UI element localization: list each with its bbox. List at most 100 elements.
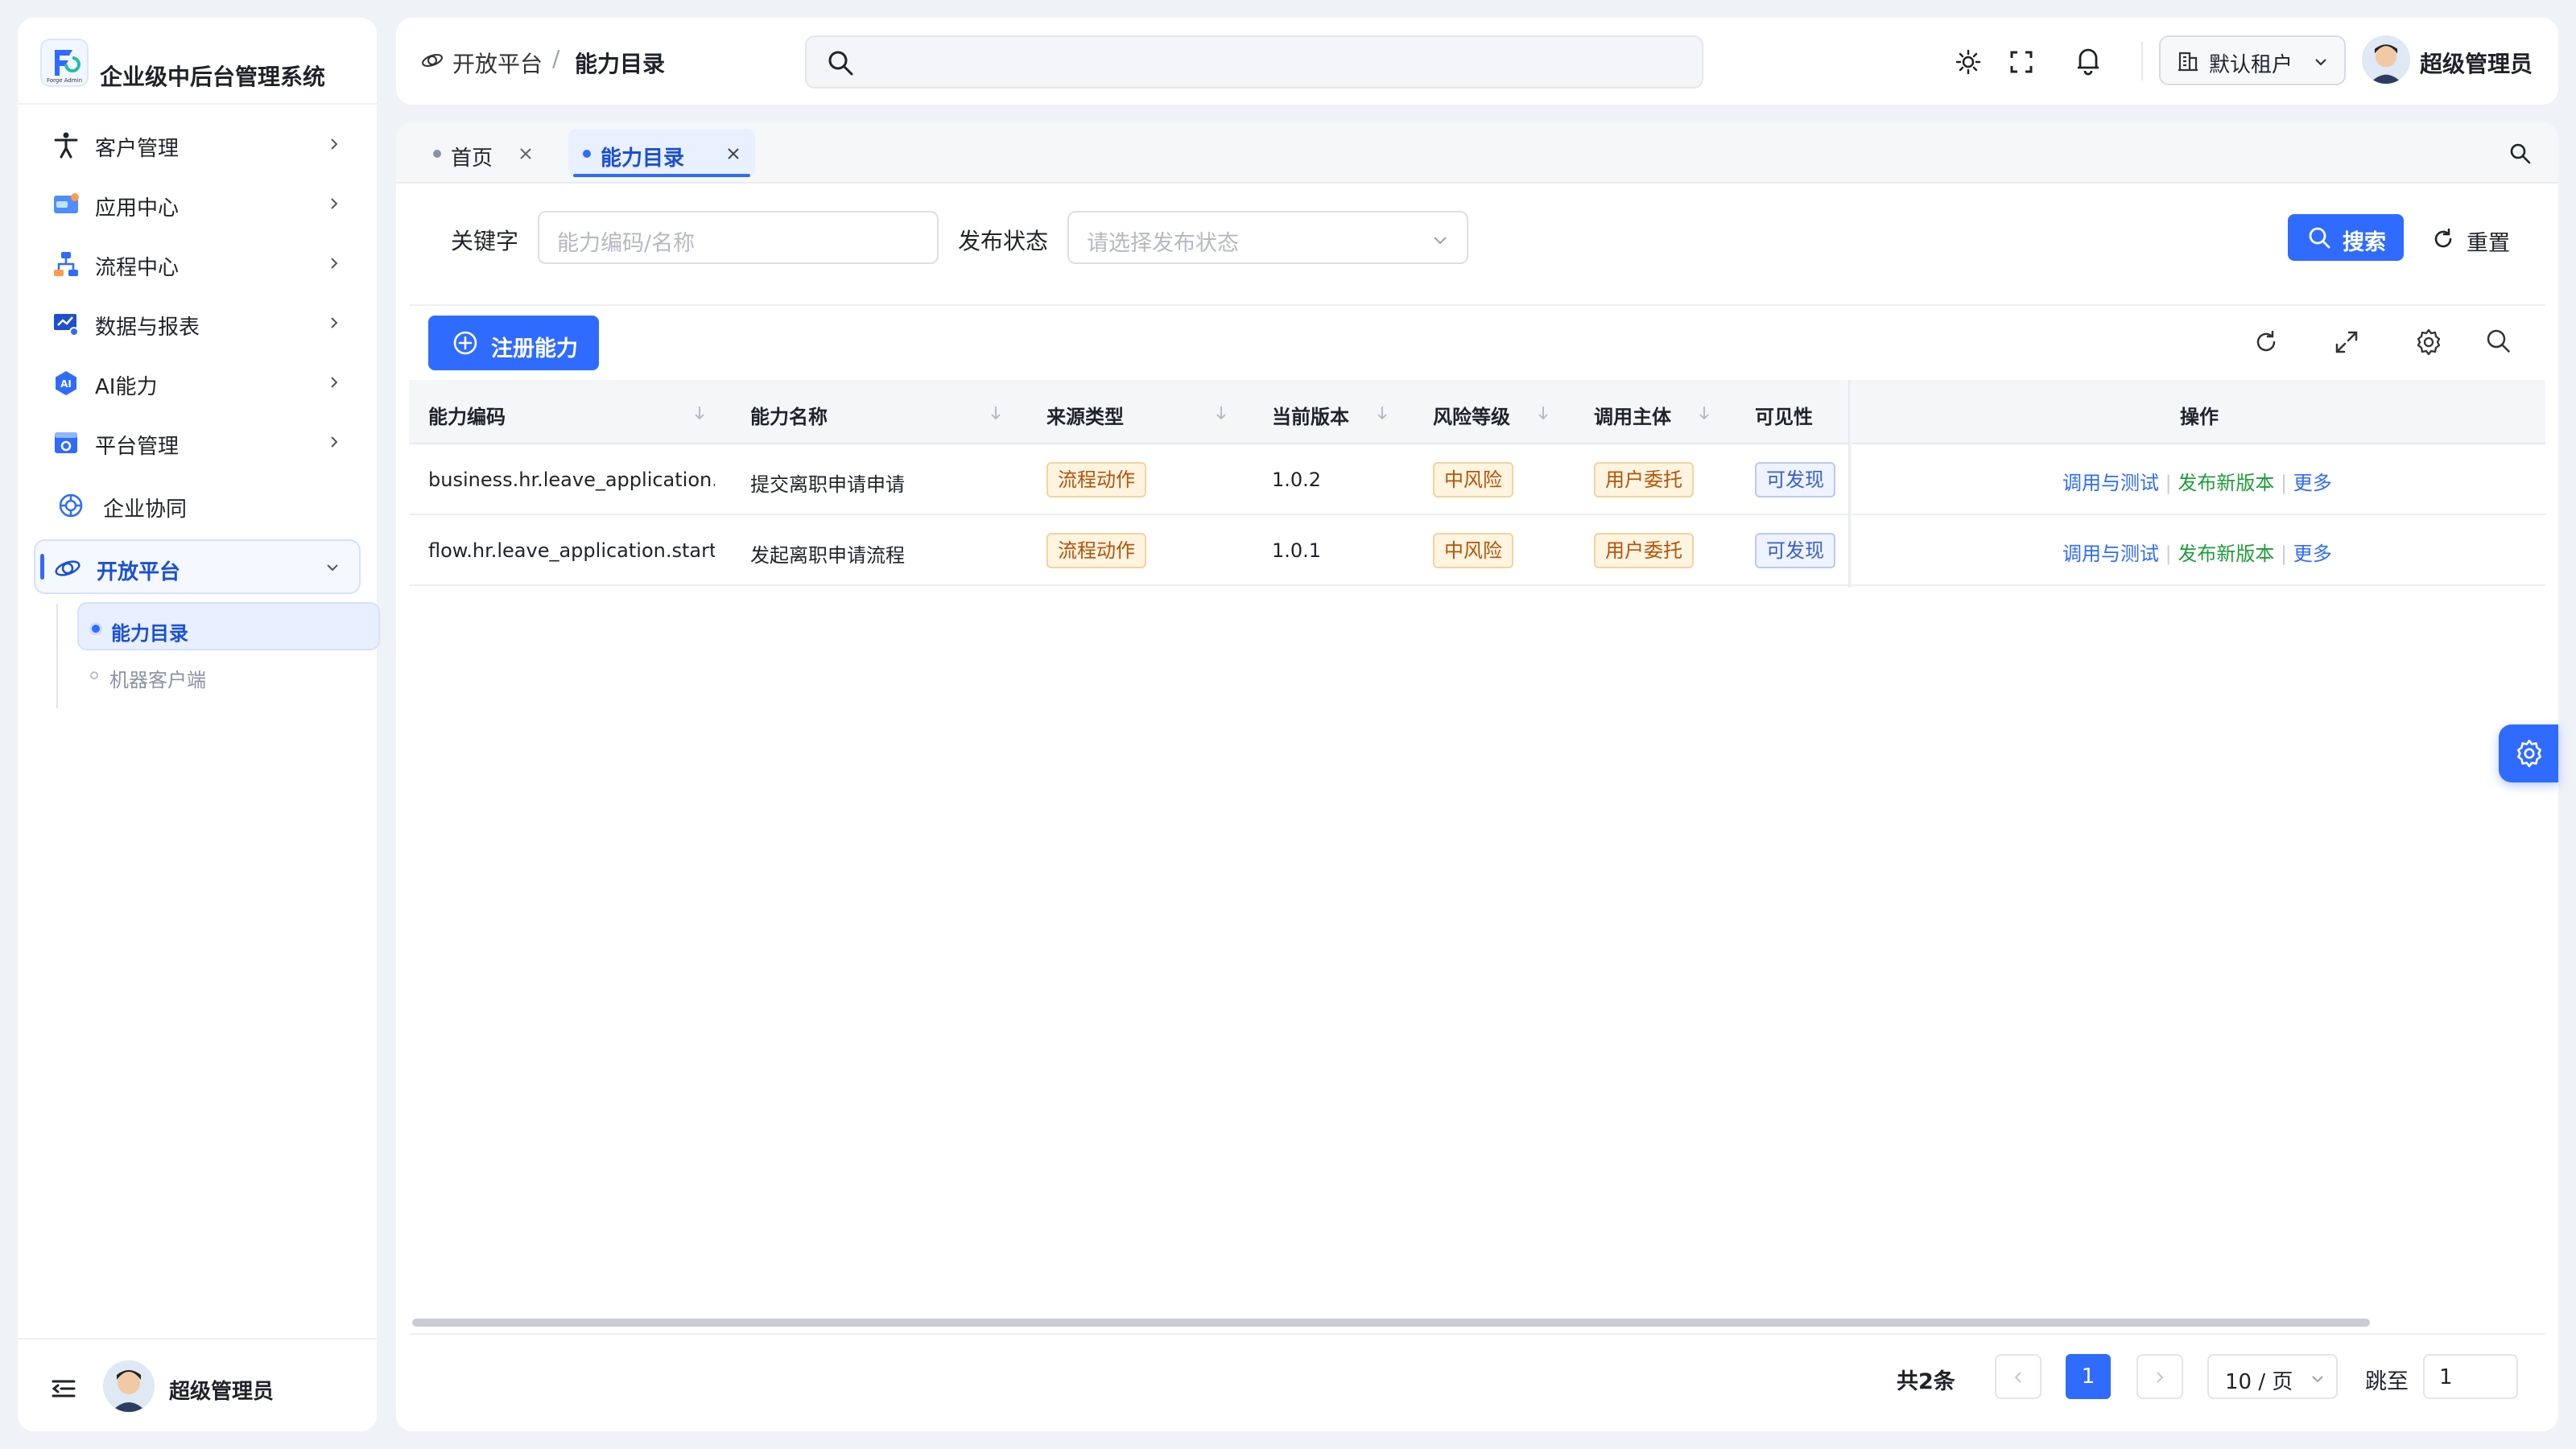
sidebar-item-data-report[interactable]: 数据与报表 <box>34 298 361 349</box>
prev-page-button[interactable] <box>1995 1354 2041 1399</box>
sidebar-item-app-center[interactable]: 应用中心 <box>34 179 361 230</box>
chevron-right-icon <box>331 317 338 328</box>
sidebar-user-name: 超级管理员 <box>169 1380 275 1404</box>
column-header-version[interactable]: 当前版本 <box>1272 401 1349 429</box>
avatar[interactable] <box>103 1360 155 1412</box>
plus-circle-icon <box>453 331 477 355</box>
keyword-input[interactable]: 能力编码/名称 <box>538 211 939 264</box>
fullscreen-icon[interactable] <box>2008 48 2035 76</box>
sort-arrow-icon[interactable] <box>990 404 1001 422</box>
cell-version: 1.0.2 <box>1272 469 1322 491</box>
publish-link[interactable]: 发布新版本 <box>2178 472 2274 494</box>
sort-arrow-icon[interactable] <box>1216 404 1227 422</box>
chevron-right-icon <box>331 198 338 209</box>
global-search-input[interactable] <box>805 35 1703 89</box>
tab-dot <box>583 150 591 158</box>
floating-settings-button[interactable] <box>2499 724 2558 782</box>
tenant-selector[interactable]: 默认租户 <box>2159 35 2346 85</box>
subject-tag: 用户委托 <box>1594 462 1694 497</box>
svg-text:AI: AI <box>60 378 72 390</box>
sidebar-subitem-machine-client[interactable]: 机器客户端 <box>77 650 380 699</box>
chevron-right-icon <box>331 377 338 388</box>
sidebar-item-open-platform[interactable]: 开放平台 <box>34 539 361 594</box>
refresh-icon <box>2434 228 2452 248</box>
sidebar-subitem-label: 能力目录 <box>111 622 188 645</box>
search-button[interactable]: 搜索 <box>2288 214 2404 261</box>
more-link[interactable]: 更多 <box>2293 472 2332 494</box>
status-placeholder: 请选择发布状态 <box>1087 231 1239 256</box>
search-icon[interactable] <box>2508 142 2533 166</box>
cell-code: flow.hr.leave_application.start <box>428 539 715 562</box>
register-capability-button[interactable]: 注册能力 <box>428 316 599 370</box>
open-platform-icon <box>422 54 443 67</box>
column-header-subject[interactable]: 调用主体 <box>1594 401 1671 429</box>
bell-icon[interactable] <box>2072 45 2104 77</box>
horizontal-scrollbar[interactable] <box>412 1319 2370 1327</box>
accessibility-icon <box>54 132 78 159</box>
column-header-code[interactable]: 能力编码 <box>428 401 506 429</box>
sidebar-item-label: 企业协同 <box>103 497 188 522</box>
next-page-button[interactable] <box>2136 1354 2183 1399</box>
cell-name: 发起离职申请流程 <box>750 544 905 567</box>
refresh-icon[interactable] <box>2252 328 2280 356</box>
breadcrumb-item[interactable]: 开放平台 <box>452 47 543 79</box>
publish-link[interactable]: 发布新版本 <box>2178 543 2274 565</box>
sort-arrow-icon[interactable] <box>1538 404 1549 422</box>
divider <box>409 304 2545 306</box>
close-icon[interactable] <box>726 147 741 161</box>
tree-guide-line <box>56 604 58 708</box>
tab-home[interactable]: 首页 <box>419 129 547 177</box>
sort-arrow-icon[interactable] <box>694 404 705 422</box>
avatar[interactable] <box>2362 35 2410 84</box>
header-user-name[interactable]: 超级管理员 <box>2420 47 2533 79</box>
column-header-name[interactable]: 能力名称 <box>750 401 828 429</box>
chevron-down-icon <box>327 564 338 572</box>
tab-capability-catalog[interactable]: 能力目录 <box>568 129 755 177</box>
visibility-tag: 可发现 <box>1755 533 1835 568</box>
status-label: 发布状态 <box>958 228 1049 254</box>
sidebar-item-platform[interactable]: 平台管理 <box>34 417 361 469</box>
divider <box>18 103 377 105</box>
search-icon[interactable] <box>2484 327 2513 356</box>
gear-icon[interactable] <box>2413 327 2444 357</box>
sidebar-item-label: 数据与报表 <box>95 316 200 340</box>
theme-sun-icon[interactable] <box>1955 48 1982 76</box>
sidebar-item-flow-center[interactable]: 流程中心 <box>34 238 361 290</box>
keyword-placeholder: 能力编码/名称 <box>557 231 696 256</box>
collapse-menu-icon[interactable] <box>50 1375 77 1402</box>
tenant-label: 默认租户 <box>2209 53 2293 77</box>
more-link[interactable]: 更多 <box>2293 543 2332 565</box>
column-header-source[interactable]: 来源类型 <box>1046 401 1124 429</box>
test-link[interactable]: 调用与测试 <box>2062 472 2159 494</box>
page-size-select[interactable]: 10 / 页 <box>2207 1354 2338 1399</box>
close-icon[interactable] <box>518 147 533 161</box>
tab-label: 能力目录 <box>601 147 685 171</box>
sidebar: Forge Admin 企业级中后台管理系统 客户管理 应用中心 流程中心 数据… <box>18 18 380 1431</box>
jump-page-input[interactable]: 1 <box>2423 1354 2518 1399</box>
app-title: 企业级中后台管理系统 <box>100 64 326 90</box>
column-header-risk[interactable]: 风险等级 <box>1433 401 1510 429</box>
fixed-column-shadow <box>1848 380 1852 588</box>
action-separator: | <box>2281 543 2288 565</box>
reset-button[interactable]: 重置 <box>2428 217 2524 259</box>
sidebar-item-collaboration[interactable]: 企业协同 <box>34 480 361 531</box>
sort-arrow-icon[interactable] <box>1377 404 1388 422</box>
test-link[interactable]: 调用与测试 <box>2062 543 2159 565</box>
tab-dot <box>433 150 441 158</box>
page-button-current[interactable]: 1 <box>2066 1354 2111 1399</box>
action-separator: | <box>2165 543 2172 565</box>
sidebar-item-label: 流程中心 <box>95 256 180 280</box>
sidebar-item-customer[interactable]: 客户管理 <box>34 119 361 171</box>
sidebar-item-ai[interactable]: AI AI能力 <box>34 357 361 409</box>
search-icon <box>2309 227 2330 249</box>
flow-icon <box>54 252 78 276</box>
app-center-icon <box>54 193 79 213</box>
sort-arrow-icon[interactable] <box>1699 404 1710 422</box>
status-select[interactable]: 请选择发布状态 <box>1067 211 1468 264</box>
expand-icon[interactable] <box>2333 328 2360 356</box>
action-separator: | <box>2281 472 2288 494</box>
jump-page-value: 1 <box>2439 1365 2453 1389</box>
sidebar-item-label: 开放平台 <box>97 560 181 584</box>
sidebar-subitem-capability-catalog[interactable]: 能力目录 <box>77 602 380 650</box>
register-capability-label: 注册能力 <box>491 336 578 361</box>
